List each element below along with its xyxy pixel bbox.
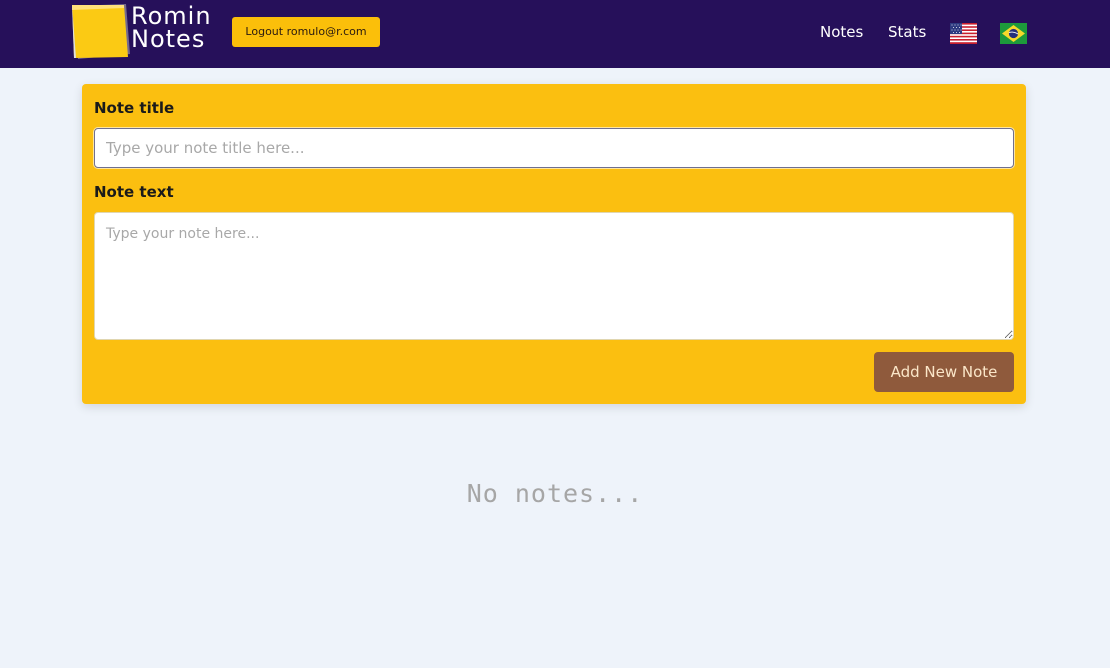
logo-wordmark: Romin Notes (131, 4, 212, 53)
brazil-flag-icon[interactable] (1000, 23, 1027, 44)
note-title-label: Note title (94, 99, 175, 117)
us-flag-icon[interactable] (950, 23, 977, 44)
nav-link-stats[interactable]: Stats (888, 22, 926, 42)
app-logo[interactable]: Romin Notes (70, 4, 222, 60)
top-navbar: Romin Notes Logout romulo@r.com Notes St… (0, 0, 1110, 68)
empty-notes-message: No notes... (466, 479, 644, 508)
note-text-input[interactable] (94, 212, 1014, 340)
note-title-input[interactable] (94, 128, 1014, 168)
logout-button[interactable]: Logout romulo@r.com (232, 17, 380, 47)
add-note-button[interactable]: Add New Note (874, 352, 1014, 392)
sticky-note-icon (72, 4, 130, 59)
new-note-form: Note title Note text Add New Note (82, 84, 1026, 404)
logo-line-2: Notes (131, 25, 206, 53)
nav-link-notes[interactable]: Notes (820, 22, 863, 42)
note-text-label: Note text (94, 183, 174, 201)
